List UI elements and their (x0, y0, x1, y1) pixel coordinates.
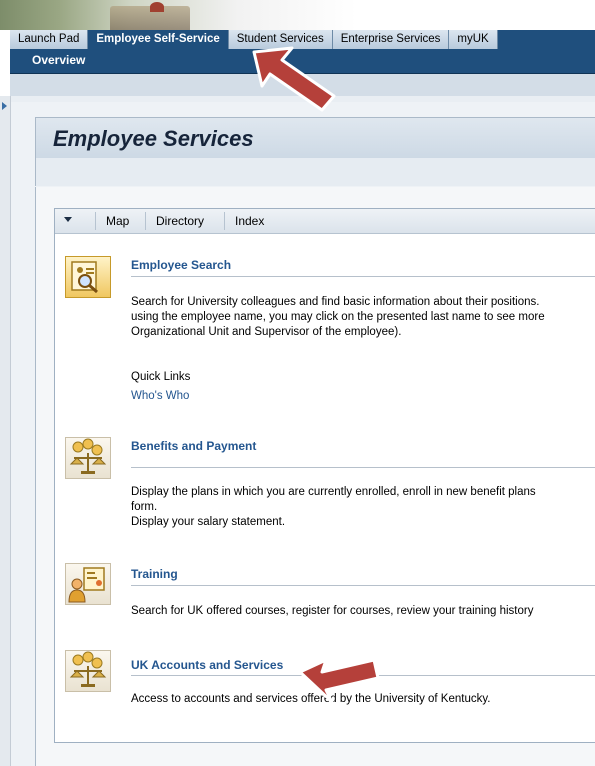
tab-student-services[interactable]: Student Services (228, 30, 333, 49)
training-link[interactable]: Training (131, 567, 178, 581)
toolbar-separator (95, 212, 96, 230)
section-divider (131, 585, 595, 586)
toolbar-separator (145, 212, 146, 230)
tab-index[interactable]: Index (235, 214, 264, 228)
services-panel: Map Directory Index Employee Search Sear… (54, 208, 595, 743)
section-divider (131, 675, 595, 676)
tab-employee-self-service[interactable]: Employee Self-Service (88, 30, 229, 49)
quick-links-label: Quick Links (131, 371, 191, 383)
tab-directory[interactable]: Directory (156, 214, 204, 228)
accounts-description: Access to accounts and services offered … (131, 693, 491, 705)
collapse-caret-icon[interactable] (64, 217, 72, 222)
accounts-scale-icon[interactable] (65, 650, 111, 692)
page-header: Employee Services (35, 117, 595, 158)
panel-toolbar: Map Directory Index (55, 209, 595, 234)
tab-launch-pad[interactable]: Launch Pad (10, 30, 89, 49)
employee-search-link[interactable]: Employee Search (131, 258, 231, 272)
banner-dome-image (150, 2, 164, 12)
subnav-overview[interactable]: Overview (32, 53, 85, 67)
benefits-scale-icon[interactable] (65, 437, 111, 479)
page-title: Employee Services (53, 126, 254, 151)
portal-banner (0, 0, 595, 30)
benefits-and-payment-link[interactable]: Benefits and Payment (131, 439, 256, 453)
tab-map[interactable]: Map (106, 214, 129, 228)
uk-accounts-and-services-link[interactable]: UK Accounts and Services (131, 658, 283, 672)
portal-top-tabs: Launch Pad Employee Self-Service Student… (10, 30, 595, 49)
toolbar-row (10, 74, 595, 96)
section-divider (131, 467, 595, 468)
expand-arrow-icon[interactable] (2, 102, 7, 110)
section-divider (131, 276, 595, 277)
toolbar-separator (224, 212, 225, 230)
whos-who-link[interactable]: Who's Who (131, 390, 189, 402)
employee-search-icon[interactable] (65, 256, 111, 298)
benefits-description: Display the plans in which you are curre… (131, 486, 536, 528)
employee-search-description: Search for University colleagues and fin… (131, 296, 545, 338)
tab-enterprise-services[interactable]: Enterprise Services (332, 30, 450, 49)
training-icon[interactable] (65, 563, 111, 605)
tab-myuk[interactable]: myUK (449, 30, 498, 49)
training-description: Search for UK offered courses, register … (131, 605, 534, 617)
navigation-panel-collapsed[interactable] (0, 96, 11, 766)
sub-navigation: Overview (10, 49, 595, 74)
page-header-strip (35, 158, 595, 186)
